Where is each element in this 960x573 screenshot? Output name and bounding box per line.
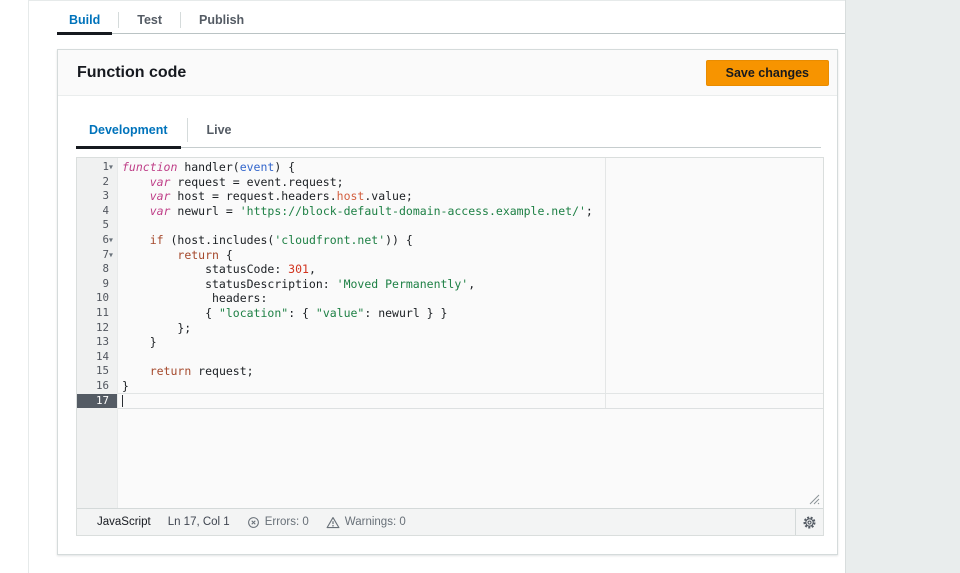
gutter-line-number: 3 — [102, 189, 109, 203]
code-line: } — [122, 378, 129, 393]
gutter-line-number: 13 — [95, 335, 109, 349]
code-line: function handler(event) { — [122, 160, 296, 174]
tab-divider — [186, 118, 188, 142]
cloudfront-function-page: Build Test Publish Function code Save ch… — [0, 0, 960, 573]
function-code-panel: Function code Save changes Development L… — [57, 49, 838, 555]
gear-icon — [803, 516, 816, 528]
code-line: headers: — [122, 291, 268, 306]
code-line: { "location": { "value": newurl } } — [122, 305, 448, 320]
gutter-line-number: 12 — [95, 320, 109, 334]
fold-toggle-icon[interactable]: ▼ — [109, 160, 117, 175]
tab-test[interactable]: Test — [125, 7, 174, 33]
gutter-line-number: 1 ▼ — [77, 160, 117, 175]
panel-header: Function code Save changes — [58, 50, 837, 96]
page-background — [845, 0, 960, 573]
gutter-line-number: 8 — [102, 262, 109, 276]
errors-indicator: Errors: 0 — [247, 516, 309, 529]
tab-divider — [118, 12, 120, 28]
panel-title: Function code — [77, 63, 187, 81]
editor-tabs: Development Live — [76, 113, 821, 149]
code-editor[interactable]: 1 ▼ 2 3 4 5 6 ▼ 7 ▼ 8 9 10 11 12 13 14 15 16 17 function ha… — [76, 157, 824, 536]
page-tabs: Build Test Publish — [57, 7, 845, 35]
cursor-position-label: Ln 17, Col 1 — [167, 516, 230, 528]
code-line: statusCode: 301, — [122, 262, 316, 277]
code-line: return request; — [149, 364, 254, 379]
code-line: statusDescription: 'Moved Permanently', — [122, 276, 476, 291]
gutter-line-number: 4 — [102, 203, 109, 217]
gutter-line-number: 2 — [102, 174, 109, 188]
tab-publish[interactable]: Publish — [187, 7, 256, 33]
fold-toggle-icon[interactable]: ▼ — [109, 233, 117, 248]
tab-live-label: Live — [206, 123, 232, 137]
tab-live[interactable]: Live — [194, 113, 245, 147]
gutter-line-number: 7 ▼ — [77, 248, 117, 263]
divider — [28, 0, 29, 573]
code-line: var newurl = 'https://block-default-doma… — [149, 203, 593, 218]
tab-build-label: Build — [69, 13, 101, 27]
code-line: }; — [122, 320, 192, 335]
errors-count-label: Errors: 0 — [264, 516, 309, 528]
tab-development-label: Development — [89, 123, 168, 137]
code-line: var host = request.headers.host.value; — [149, 189, 413, 204]
gutter-line-number: 5 — [102, 218, 109, 232]
warning-triangle-icon — [326, 516, 340, 528]
gutter-line-number: 16 — [95, 378, 109, 392]
tab-build[interactable]: Build — [57, 7, 113, 35]
gutter-line-numbers: 1 ▼ 2 3 4 5 6 ▼ 7 ▼ 8 9 10 11 12 13 14 15 16 17 — [77, 160, 117, 409]
text-cursor — [122, 395, 124, 407]
gutter-line-number: 17 — [77, 393, 117, 409]
editor-status-bar: JavaScript Ln 17, Col 1 Errors: 0 Warnin… — [77, 508, 823, 535]
gutter-line-number: 9 — [102, 276, 109, 290]
gutter-line-number: 14 — [95, 349, 109, 363]
code-line: } — [122, 335, 157, 350]
gutter-line-number: 10 — [95, 291, 109, 305]
gutter-line-number: 15 — [95, 364, 109, 378]
tab-test-label: Test — [137, 13, 163, 27]
tab-divider — [180, 12, 182, 28]
code-content[interactable]: function handler(event) { var request = … — [118, 160, 823, 408]
warnings-count-label: Warnings: 0 — [344, 516, 406, 528]
resize-handle-icon[interactable] — [807, 492, 820, 505]
language-label: JavaScript — [97, 516, 151, 528]
fold-toggle-icon[interactable]: ▼ — [109, 248, 117, 263]
gutter-line-number: 6 ▼ — [77, 233, 117, 248]
gutter-line-number: 11 — [95, 305, 109, 319]
editor-settings-button[interactable] — [795, 509, 823, 535]
tab-development[interactable]: Development — [76, 113, 181, 149]
code-line: var request = event.request; — [149, 174, 344, 189]
save-changes-button[interactable]: Save changes — [705, 59, 829, 86]
code-line: return { — [177, 247, 233, 262]
tab-publish-label: Publish — [199, 13, 245, 27]
error-circle-icon — [247, 516, 259, 528]
warnings-indicator: Warnings: 0 — [326, 516, 406, 529]
code-line: if (host.includes('cloudfront.net')) { — [149, 232, 413, 247]
divider — [29, 0, 845, 1]
